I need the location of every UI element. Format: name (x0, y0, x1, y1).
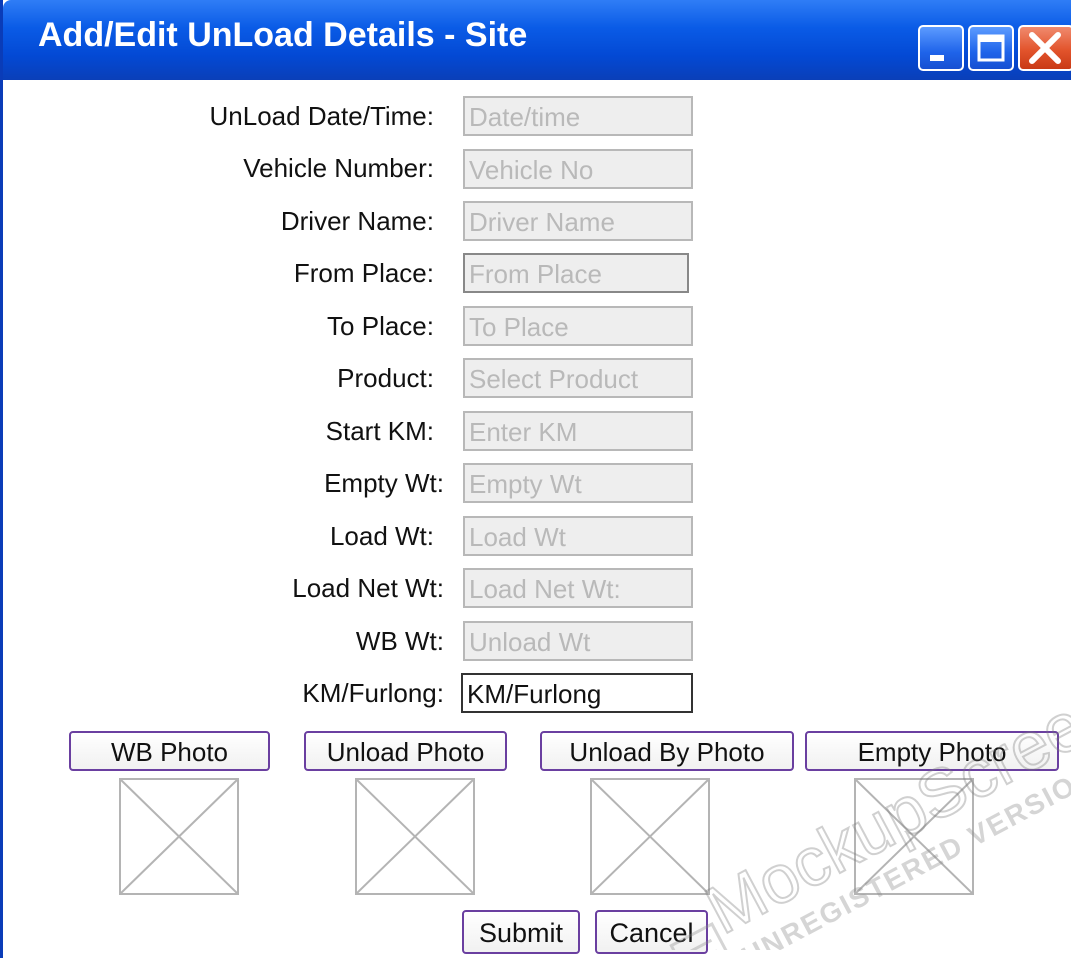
cancel-button[interactable]: Cancel (595, 910, 708, 954)
empty-wt-placeholder: Empty Wt (469, 469, 582, 499)
wb-photo-placeholder-icon (119, 778, 239, 895)
minimize-button[interactable] (918, 25, 964, 71)
maximize-button[interactable] (968, 25, 1014, 71)
wb-photo-button[interactable]: WB Photo (69, 731, 270, 771)
label-vehicle-number: Vehicle Number: (243, 153, 434, 183)
unload-by-photo-placeholder-icon (590, 778, 710, 895)
title-bar[interactable]: Add/Edit UnLoad Details - Site (3, 0, 1071, 80)
from-place-placeholder: From Place (469, 259, 602, 289)
label-wb-wt: WB Wt: (355, 626, 444, 656)
load-wt-field[interactable]: Load Wt (463, 516, 693, 556)
to-place-placeholder: To Place (469, 312, 569, 342)
label-product: Product: (337, 363, 434, 393)
window-title: Add/Edit UnLoad Details - Site (38, 16, 528, 54)
minimize-icon (930, 55, 944, 61)
label-to-place: To Place: (327, 311, 434, 341)
unload-photo-placeholder-icon (355, 778, 475, 895)
to-place-field[interactable]: To Place (463, 306, 693, 346)
load-net-wt-placeholder: Load Net Wt: (469, 574, 621, 604)
start-km-placeholder: Enter KM (469, 417, 578, 447)
start-km-field[interactable]: Enter KM (463, 411, 693, 451)
label-load-net-wt: Load Net Wt: (292, 573, 444, 603)
maximize-icon (977, 34, 1005, 62)
vehicle-number-placeholder: Vehicle No (469, 155, 594, 185)
submit-button[interactable]: Submit (462, 910, 580, 954)
wb-wt-placeholder: Unload Wt (469, 627, 591, 657)
label-driver-name: Driver Name: (280, 206, 434, 236)
label-unload-datetime: UnLoad Date/Time: (209, 101, 434, 131)
vehicle-number-field[interactable]: Vehicle No (463, 149, 693, 189)
km-furlong-field[interactable]: KM/Furlong (461, 673, 693, 713)
load-net-wt-field[interactable]: Load Net Wt: (463, 568, 693, 608)
label-start-km: Start KM: (325, 416, 434, 446)
from-place-field[interactable]: From Place (463, 253, 689, 293)
empty-photo-button[interactable]: Empty Photo (805, 731, 1059, 771)
km-furlong-value: KM/Furlong (467, 679, 602, 709)
label-km-furlong: KM/Furlong: (302, 678, 444, 708)
label-load-wt: Load Wt: (329, 521, 434, 551)
unload-datetime-placeholder: Date/time (469, 102, 581, 132)
unload-datetime-field[interactable]: Date/time (463, 96, 693, 136)
empty-wt-field[interactable]: Empty Wt (463, 463, 693, 503)
close-button[interactable] (1018, 25, 1071, 71)
product-placeholder: Select Product (469, 364, 639, 394)
empty-photo-placeholder-icon (854, 778, 974, 895)
product-select[interactable]: Select Product (463, 358, 693, 398)
driver-name-placeholder: Driver Name (469, 207, 615, 237)
close-icon (1029, 32, 1061, 64)
unload-photo-button[interactable]: Unload Photo (304, 731, 507, 771)
dialog-window: Add/Edit UnLoad Details - Site UnLoad Da… (0, 0, 1071, 958)
unload-by-photo-button[interactable]: Unload By Photo (540, 731, 794, 771)
wb-wt-field[interactable]: Unload Wt (463, 621, 693, 661)
label-empty-wt: Empty Wt: (324, 468, 444, 498)
load-wt-placeholder: Load Wt (469, 522, 566, 552)
driver-name-field[interactable]: Driver Name (463, 201, 693, 241)
label-from-place: From Place: (293, 258, 434, 288)
